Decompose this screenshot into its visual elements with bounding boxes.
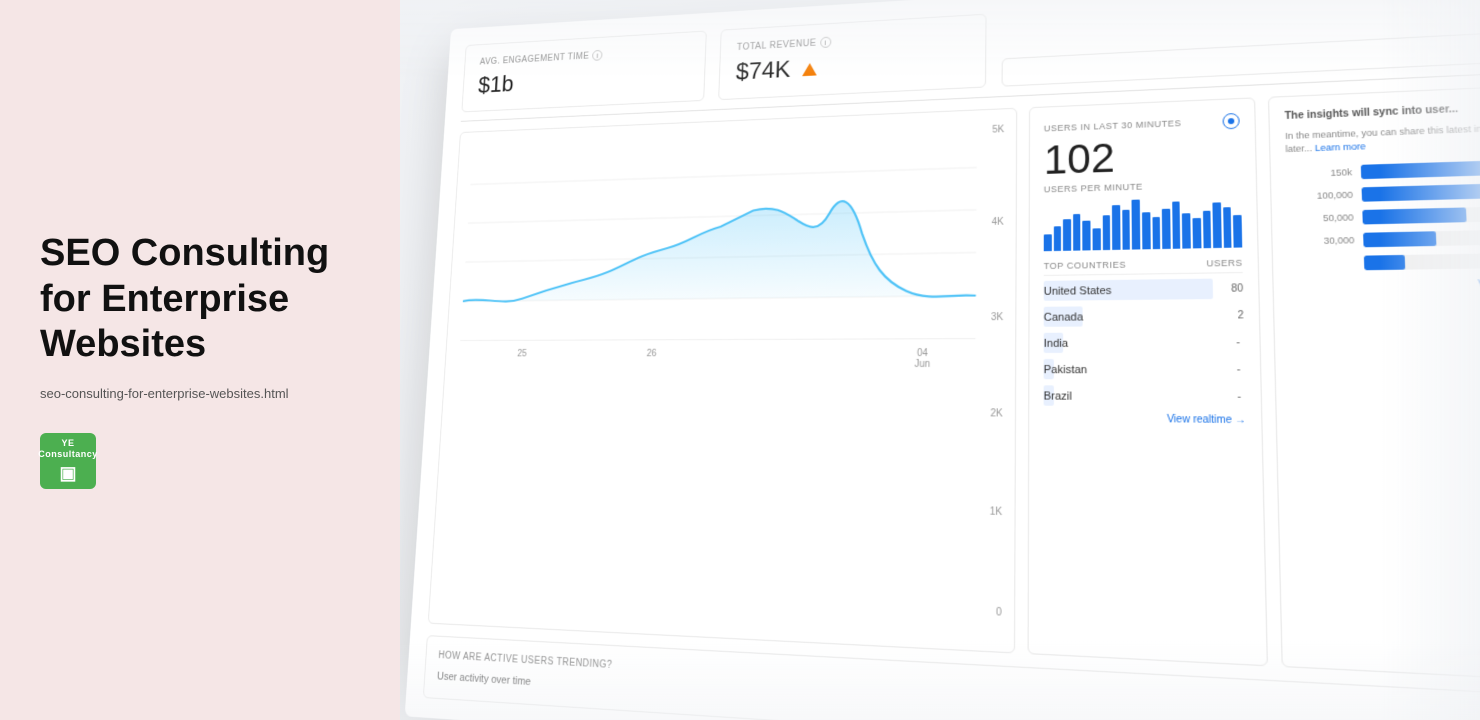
x-label-25: 25 xyxy=(516,349,527,369)
h-bar-label-2: 100,000 xyxy=(1287,190,1353,202)
country-row-pk: Pakistan - xyxy=(1044,360,1245,379)
chart-y-labels: 5K 4K 3K 2K 1K 0 xyxy=(989,124,1004,619)
view-realtime-link[interactable]: View realtime → xyxy=(1044,413,1246,426)
y-label-1k: 1K xyxy=(990,507,1003,519)
warning-triangle-icon xyxy=(802,63,817,76)
mini-bar-4 xyxy=(1073,213,1081,250)
chart-area: 5K 4K 3K 2K 1K 0 xyxy=(428,108,1017,653)
y-label-3k: 3K xyxy=(991,312,1003,323)
h-bar-label-5 xyxy=(1288,263,1355,264)
mini-bar-2 xyxy=(1053,226,1061,251)
metric-engagement: Avg. engagement time i $1b xyxy=(461,31,706,113)
y-label-4k: 4K xyxy=(992,217,1004,228)
mini-bar-20 xyxy=(1233,214,1242,247)
country-name-ca: Canada xyxy=(1044,311,1084,323)
mini-bar-7 xyxy=(1102,215,1110,250)
realtime-header: USERS IN LAST 30 MINUTES xyxy=(1044,113,1240,136)
x-label-jun: 04Jun xyxy=(914,348,930,370)
engagement-label: Avg. engagement time xyxy=(480,51,590,67)
dashboard: Avg. engagement time i $1b Total revenue… xyxy=(405,0,1480,720)
bottom-row: HOW ARE ACTIVE USERS TRENDING? User acti… xyxy=(423,635,1480,720)
page-title: SEO Consulting for Enterprise Websites xyxy=(40,231,360,368)
country-row-us: United States 80 xyxy=(1044,279,1244,300)
mini-bar-12 xyxy=(1152,216,1160,249)
h-bar-label-3: 50,000 xyxy=(1287,212,1354,224)
page-url: seo-consulting-for-enterprise-websites.h… xyxy=(40,386,360,401)
mini-bar-13 xyxy=(1162,209,1170,249)
mini-bar-18 xyxy=(1213,202,1222,248)
realtime-panel: USERS IN LAST 30 MINUTES 102 USERS PER M… xyxy=(1028,97,1268,665)
badge-icon: ▣ xyxy=(59,463,76,484)
mini-bar-8 xyxy=(1112,205,1120,250)
country-row-br: Brazil - xyxy=(1044,386,1246,406)
realtime-count: 102 xyxy=(1044,133,1241,181)
country-count-pk: - xyxy=(1237,364,1241,376)
revenue-label: Total revenue xyxy=(737,38,817,52)
mini-bar-11 xyxy=(1142,212,1150,250)
country-row-ca: Canada 2 xyxy=(1044,306,1244,326)
mini-bar-1 xyxy=(1044,234,1052,251)
mini-bar-15 xyxy=(1182,213,1191,248)
h-bar-label-4: 30,000 xyxy=(1288,235,1355,247)
country-count-ca: 2 xyxy=(1237,310,1243,321)
mini-bar-chart xyxy=(1044,197,1243,251)
mini-bar-17 xyxy=(1202,210,1211,248)
trending-title: HOW ARE ACTIVE USERS TRENDING? xyxy=(438,650,1480,720)
revenue-info-icon[interactable]: i xyxy=(820,37,831,48)
country-name-br: Brazil xyxy=(1044,390,1072,402)
country-count-us: 80 xyxy=(1231,283,1243,294)
mini-bar-5 xyxy=(1083,221,1091,251)
revenue-value: $74K xyxy=(735,45,967,86)
engagement-value: $1b xyxy=(478,61,690,99)
realtime-header-label: USERS IN LAST 30 MINUTES xyxy=(1044,118,1182,133)
h-bar-label-1: 150k xyxy=(1286,167,1352,179)
mini-bar-10 xyxy=(1132,200,1140,250)
country-name-in: India xyxy=(1044,338,1068,350)
mini-bar-16 xyxy=(1192,218,1201,248)
live-dot xyxy=(1228,118,1234,124)
left-panel: SEO Consulting for Enterprise Websites s… xyxy=(0,0,400,720)
fade-overlay-right xyxy=(1380,0,1480,720)
right-panel: Avg. engagement time i $1b Total revenue… xyxy=(400,0,1480,720)
x-label-empty xyxy=(782,348,783,369)
chart-x-labels: 25 26 04Jun xyxy=(459,344,1000,370)
live-icon xyxy=(1222,113,1239,130)
info-icon[interactable]: i xyxy=(592,50,603,61)
country-name-us: United States xyxy=(1044,285,1112,298)
insights-learn-more[interactable]: Learn more xyxy=(1315,141,1366,153)
mini-bar-14 xyxy=(1172,201,1181,249)
country-row-in: India - xyxy=(1044,333,1245,352)
trending-subtitle: User activity over time xyxy=(437,668,1480,720)
country-name-pk: Pakistan xyxy=(1044,364,1088,376)
metric-revenue: Total revenue i $74K xyxy=(718,14,986,100)
mini-bar-6 xyxy=(1093,228,1101,250)
y-label-0: 0 xyxy=(996,607,1002,619)
trending-card: HOW ARE ACTIVE USERS TRENDING? User acti… xyxy=(423,635,1480,720)
y-label-2k: 2K xyxy=(990,408,1002,419)
line-chart-svg xyxy=(460,125,1000,341)
y-label-5k: 5K xyxy=(992,124,1004,135)
badge-label: YE Consultancy xyxy=(38,438,98,460)
mini-bar-9 xyxy=(1122,210,1130,250)
country-count-br: - xyxy=(1237,391,1241,403)
top-countries-header: TOP COUNTRIES USERS xyxy=(1044,258,1243,276)
country-count-in: - xyxy=(1236,337,1240,348)
mini-bar-19 xyxy=(1223,207,1232,248)
brand-badge: YE Consultancy ▣ xyxy=(40,433,96,489)
x-label-26: 26 xyxy=(646,349,657,370)
mini-bar-3 xyxy=(1063,219,1071,251)
